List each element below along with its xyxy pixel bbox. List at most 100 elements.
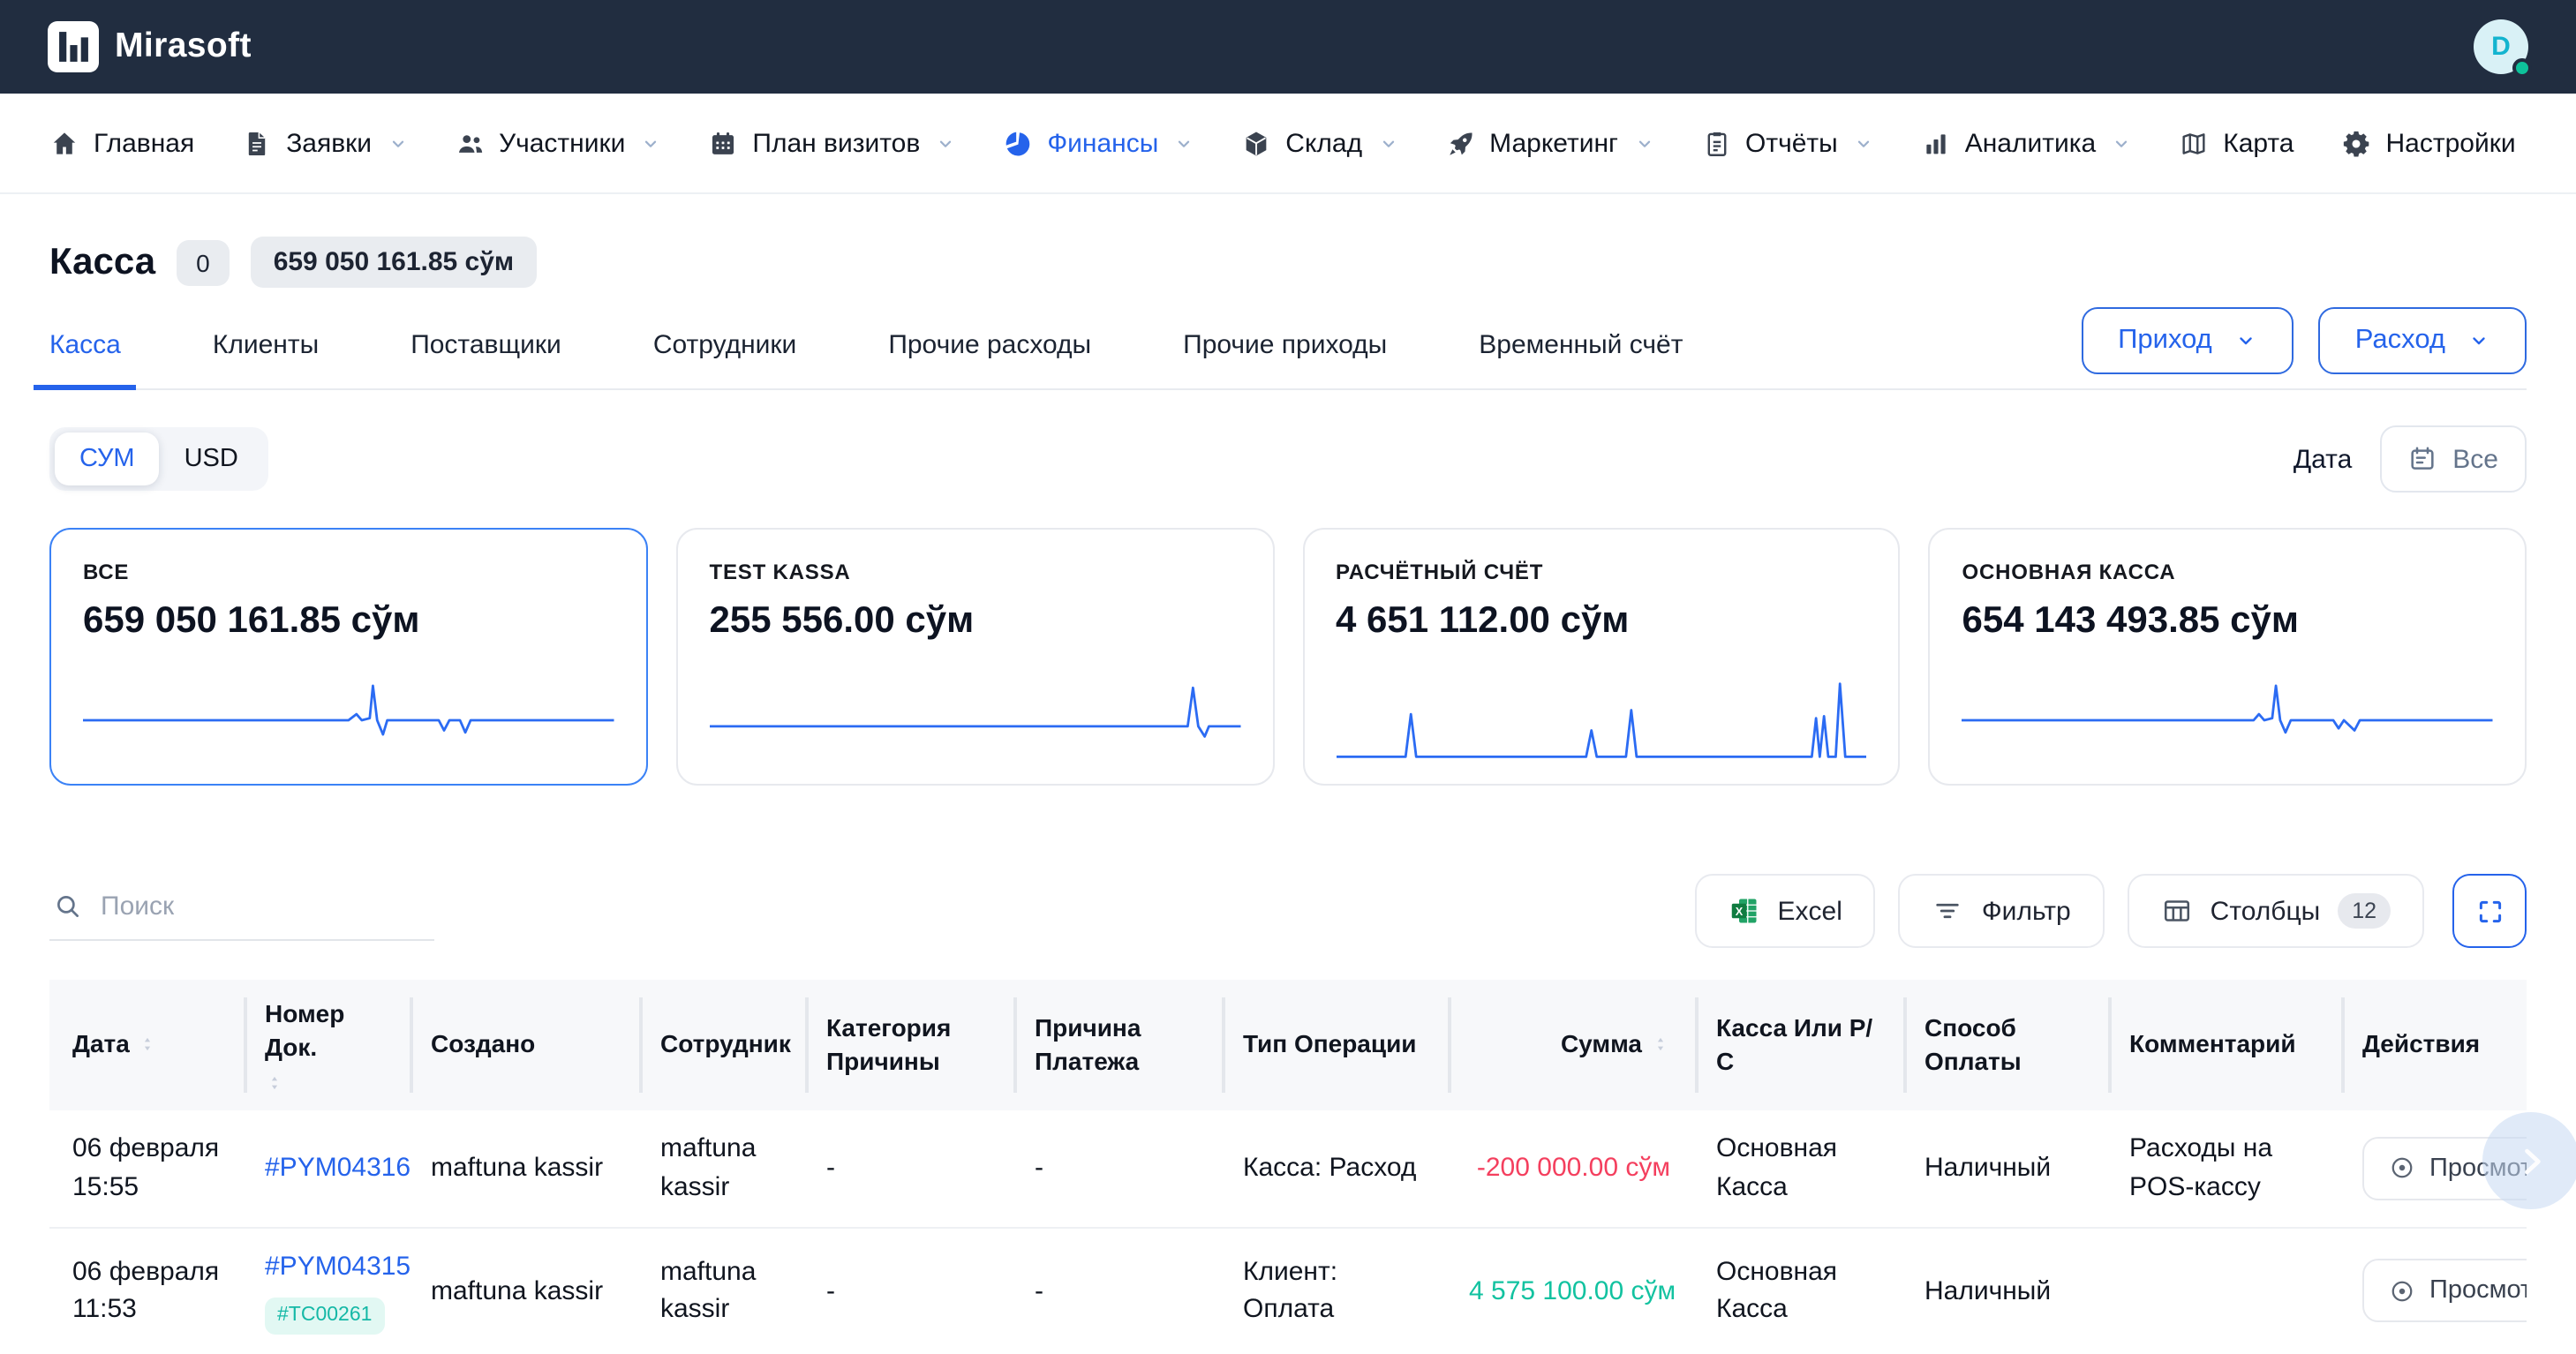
chevron-down-icon xyxy=(1174,133,1194,153)
column-header-label: Категория Причины xyxy=(826,1012,996,1079)
filter-button-label: Фильтр xyxy=(1982,896,2071,926)
columns-icon xyxy=(2161,895,2193,927)
cell-doc-number: #PYM04315#TC00261 xyxy=(244,1229,410,1354)
cell-comment xyxy=(2108,1272,2341,1311)
fullscreen-icon xyxy=(2474,896,2504,926)
date-range-button[interactable]: Все xyxy=(2380,425,2527,493)
excel-export-button[interactable]: X Excel xyxy=(1695,874,1876,948)
chart-icon xyxy=(1921,128,1951,158)
nav-item-финансы[interactable]: Финансы xyxy=(1003,128,1194,158)
cell-payment-method: Наличный xyxy=(1903,1252,2108,1330)
tab-прочие-приходы[interactable]: Прочие приходы xyxy=(1167,305,1403,388)
tab-сотрудники[interactable]: Сотрудники xyxy=(637,305,813,388)
chevron-right-icon xyxy=(2512,1141,2550,1180)
svg-text:X: X xyxy=(1735,905,1743,918)
file-icon xyxy=(242,128,272,158)
column-header-создано: Создано xyxy=(410,980,639,1110)
table-body: 06 февраля 15:55#PYM04316maftuna kassirm… xyxy=(49,1110,2527,1354)
tab-поставщики[interactable]: Поставщики xyxy=(395,305,577,388)
account-card[interactable]: РАСЧЁТНЫЙ СЧЁТ4 651 112.00 сўм xyxy=(1302,528,1901,786)
income-button[interactable]: Приход xyxy=(2081,306,2294,373)
column-header-label: Сотрудник xyxy=(660,1028,791,1062)
date-label: Дата xyxy=(2294,444,2352,474)
nav-item-label: Финансы xyxy=(1047,128,1158,158)
nav-item-label: Склад xyxy=(1285,128,1362,158)
eye-icon xyxy=(2389,1278,2415,1305)
doc-number-link[interactable]: #PYM04315 xyxy=(265,1252,411,1282)
cell-doc-number: #PYM04316 xyxy=(244,1130,410,1207)
account-card[interactable]: ВСЕ659 050 161.85 сўм xyxy=(49,528,648,786)
nav-item-заявки[interactable]: Заявки xyxy=(242,128,407,158)
nav-item-склад[interactable]: Склад xyxy=(1241,128,1397,158)
column-header-касса-или-р-с: Касса Или Р/С xyxy=(1695,980,1903,1110)
table-toolbar: X Excel Фильтр Столбцы 12 xyxy=(49,874,2527,948)
expense-button[interactable]: Расход xyxy=(2318,306,2527,373)
account-card-amount: 4 651 112.00 сўм xyxy=(1336,600,1867,643)
column-header-label: Дата xyxy=(72,1028,130,1062)
nav-item-label: Отчёты xyxy=(1745,128,1838,158)
cell-operation-type: Касса: Расход xyxy=(1222,1130,1448,1207)
tab-клиенты[interactable]: Клиенты xyxy=(197,305,335,388)
chevron-down-icon xyxy=(1634,133,1653,153)
cell-created-by: maftuna kassir xyxy=(410,1130,639,1207)
table-row: 06 февраля 11:53#PYM04315#TC00261 maftuna… xyxy=(49,1227,2527,1354)
table-row: 06 февраля 15:55#PYM04316maftuna kassirm… xyxy=(49,1110,2527,1227)
nav-item-карта[interactable]: Карта xyxy=(2179,128,2294,158)
account-card[interactable]: ОСНОВНАЯ КАССА654 143 493.85 сўм xyxy=(1929,528,2527,786)
column-header-причина-платежа: Причина Платежа xyxy=(1013,980,1222,1110)
column-header-дата[interactable]: Дата xyxy=(49,980,244,1110)
column-header-категория-причины: Категория Причины xyxy=(805,980,1013,1110)
tabs: КассаКлиентыПоставщикиСотрудникиПрочие р… xyxy=(49,305,1699,388)
tab-прочие-расходы[interactable]: Прочие расходы xyxy=(872,305,1107,388)
chevron-down-icon xyxy=(936,133,955,153)
nav-item-маркетинг[interactable]: Маркетинг xyxy=(1445,128,1653,158)
tab-касса[interactable]: Касса xyxy=(34,305,137,388)
account-card[interactable]: TEST KASSA255 556.00 сўм xyxy=(676,528,1275,786)
filter-button[interactable]: Фильтр xyxy=(1899,874,2105,948)
chevron-down-icon xyxy=(1378,133,1397,153)
currency-option-usd[interactable]: USD xyxy=(160,433,263,485)
nav-item-label: Настройки xyxy=(2386,128,2516,158)
column-header-label: Тип Операции xyxy=(1243,1028,1417,1062)
cell-comment: Расходы на POS-кассу xyxy=(2108,1110,2341,1226)
nav-item-аналитика[interactable]: Аналитика xyxy=(1921,128,2132,158)
date-range-label: Все xyxy=(2452,444,2498,474)
chevron-down-icon xyxy=(388,133,407,153)
chevron-down-icon xyxy=(641,133,660,153)
online-status-dot xyxy=(2512,58,2532,78)
column-header-сумма[interactable]: Сумма xyxy=(1448,980,1695,1110)
cell-employee: maftuna kassir xyxy=(639,1233,805,1349)
nav-item-label: Маркетинг xyxy=(1489,128,1618,158)
nav-item-главная[interactable]: Главная xyxy=(49,128,194,158)
fullscreen-button[interactable] xyxy=(2452,874,2527,948)
page-header: Касса 0 659 050 161.85 сўм xyxy=(49,237,2527,288)
scroll-right-chevron[interactable] xyxy=(2482,1112,2576,1209)
cell-actions: Просмотреть xyxy=(2341,1240,2527,1343)
nav-item-label: Карта xyxy=(2223,128,2294,158)
nav-item-участники[interactable]: Участники xyxy=(455,128,660,158)
nav-item-label: Главная xyxy=(94,128,194,158)
transactions-section: X Excel Фильтр Столбцы 12 xyxy=(49,874,2527,1354)
sort-icon xyxy=(1651,1035,1670,1055)
column-header-label: Действия xyxy=(2362,1028,2480,1062)
nav-item-план-визитов[interactable]: План визитов xyxy=(708,128,955,158)
page-title: Касса xyxy=(49,241,155,283)
columns-button[interactable]: Столбцы 12 xyxy=(2128,874,2424,948)
column-header-сотрудник: Сотрудник xyxy=(639,980,805,1110)
brand[interactable]: Mirasoft xyxy=(48,21,252,72)
nav-item-label: Участники xyxy=(499,128,625,158)
nav-item-отчёты[interactable]: Отчёты xyxy=(1701,128,1873,158)
column-header-номер-док-[interactable]: Номер Док. xyxy=(244,980,410,1110)
excel-button-label: Excel xyxy=(1778,896,1842,926)
tab-временный-счёт[interactable]: Временный счёт xyxy=(1463,305,1699,388)
nav-item-настройки[interactable]: Настройки xyxy=(2342,128,2516,158)
cell-date: 06 февраля 11:53 xyxy=(49,1233,244,1349)
user-avatar[interactable]: D xyxy=(2474,19,2528,74)
rocket-icon xyxy=(1445,128,1475,158)
mirasoft-logo-icon xyxy=(48,21,99,72)
cell-payment-reason: - xyxy=(1013,1130,1222,1207)
currency-option-сум[interactable]: СУМ xyxy=(55,433,160,485)
view-button[interactable]: Просмотреть xyxy=(2362,1260,2527,1323)
doc-number-link[interactable]: #PYM04316 xyxy=(265,1153,411,1183)
search-input[interactable] xyxy=(101,891,431,921)
